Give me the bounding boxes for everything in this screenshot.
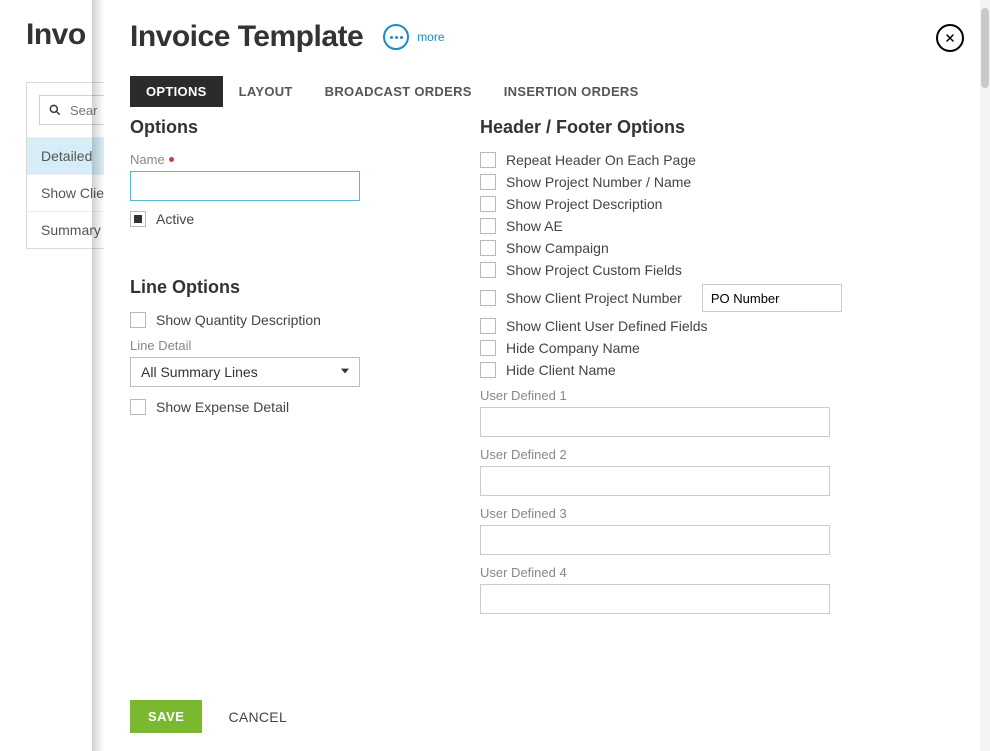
- ud2-label: User Defined 2: [480, 447, 964, 462]
- tab-bar: OPTIONS LAYOUT BROADCAST ORDERS INSERTIO…: [130, 76, 964, 107]
- tab-broadcast-orders[interactable]: BROADCAST ORDERS: [309, 76, 488, 107]
- hf-label: Show Project Number / Name: [506, 174, 691, 190]
- hf-label: Repeat Header On Each Page: [506, 152, 696, 168]
- ud2-input[interactable]: [480, 466, 830, 496]
- cancel-button[interactable]: CANCEL: [222, 708, 293, 726]
- header-footer-column: Header / Footer Options Repeat Header On…: [480, 117, 964, 614]
- modal-header: Invoice Template more: [130, 20, 964, 54]
- required-dot-icon: [169, 157, 174, 162]
- active-checkbox[interactable]: [130, 211, 146, 227]
- hf-label: Show Project Description: [506, 196, 662, 212]
- show-qty-checkbox[interactable]: [130, 312, 146, 328]
- close-button[interactable]: [936, 24, 964, 52]
- hf-checkbox-show-campaign[interactable]: [480, 240, 496, 256]
- options-heading: Options: [130, 117, 460, 138]
- ud4-label: User Defined 4: [480, 565, 964, 580]
- ud3-input[interactable]: [480, 525, 830, 555]
- more-label: more: [417, 30, 444, 44]
- options-column: Options Name Active Line Options Show Qu…: [130, 117, 460, 614]
- ellipsis-icon: [383, 24, 409, 50]
- hf-checkbox-repeat-header[interactable]: [480, 152, 496, 168]
- hf-checkbox-show-client-udf[interactable]: [480, 318, 496, 334]
- line-detail-label: Line Detail: [130, 338, 460, 353]
- hf-label: Hide Company Name: [506, 340, 640, 356]
- hf-label: Show Client User Defined Fields: [506, 318, 708, 334]
- hf-label: Hide Client Name: [506, 362, 616, 378]
- name-input[interactable]: [130, 171, 360, 201]
- hf-label: Show Campaign: [506, 240, 609, 256]
- ud4-input[interactable]: [480, 584, 830, 614]
- modal-title: Invoice Template: [130, 20, 363, 54]
- hf-checkbox-show-proj-cf[interactable]: [480, 262, 496, 278]
- tab-options[interactable]: OPTIONS: [130, 76, 223, 107]
- active-label: Active: [156, 211, 194, 227]
- ud3-label: User Defined 3: [480, 506, 964, 521]
- save-button[interactable]: SAVE: [130, 700, 202, 733]
- show-expense-label: Show Expense Detail: [156, 399, 289, 415]
- show-expense-checkbox[interactable]: [130, 399, 146, 415]
- tab-insertion-orders[interactable]: INSERTION ORDERS: [488, 76, 655, 107]
- line-options-heading: Line Options: [130, 277, 460, 298]
- hf-label: Show Project Custom Fields: [506, 262, 682, 278]
- scrollbar[interactable]: [980, 0, 990, 751]
- ud1-label: User Defined 1: [480, 388, 964, 403]
- scroll-thumb[interactable]: [981, 8, 989, 88]
- hf-label: Show Client Project Number: [506, 290, 682, 306]
- client-projnum-input[interactable]: [702, 284, 842, 312]
- hf-checkbox-show-proj-num[interactable]: [480, 174, 496, 190]
- more-button[interactable]: more: [383, 24, 444, 50]
- modal-footer: SAVE CANCEL: [104, 688, 990, 751]
- line-detail-select[interactable]: All Summary Lines: [130, 357, 360, 387]
- ud1-input[interactable]: [480, 407, 830, 437]
- hf-checkbox-show-client-projnum[interactable]: [480, 290, 496, 306]
- close-icon: [944, 32, 956, 44]
- hf-checkbox-hide-company[interactable]: [480, 340, 496, 356]
- hf-checkbox-show-ae[interactable]: [480, 218, 496, 234]
- chevron-down-icon: [338, 364, 352, 383]
- hf-label: Show AE: [506, 218, 563, 234]
- name-label: Name: [130, 152, 460, 167]
- header-footer-heading: Header / Footer Options: [480, 117, 964, 138]
- search-icon: [48, 103, 62, 117]
- tab-layout[interactable]: LAYOUT: [223, 76, 309, 107]
- invoice-template-modal: Invoice Template more OPTIONS LAYOUT BRO…: [104, 0, 990, 751]
- hf-checkbox-show-proj-desc[interactable]: [480, 196, 496, 212]
- hf-checkbox-hide-client[interactable]: [480, 362, 496, 378]
- show-qty-label: Show Quantity Description: [156, 312, 321, 328]
- modal-shadow: [92, 0, 104, 751]
